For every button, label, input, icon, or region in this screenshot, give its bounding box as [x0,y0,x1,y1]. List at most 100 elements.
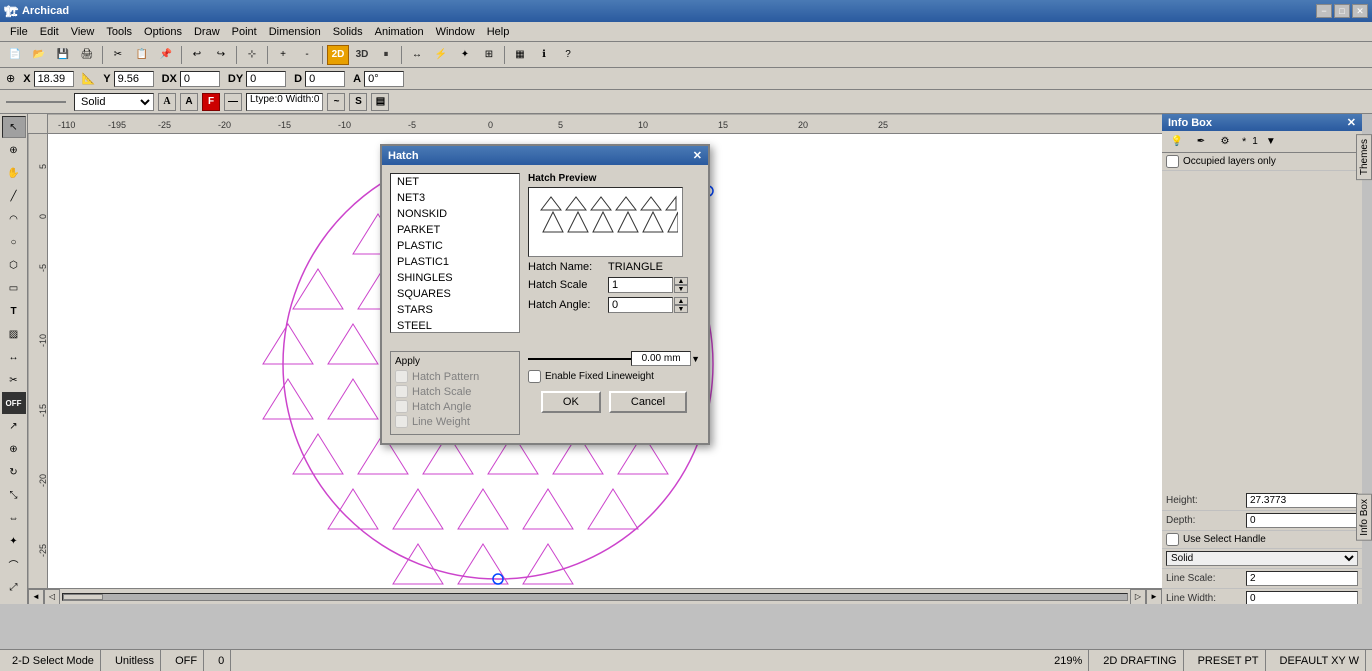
rect-tool[interactable]: ▭ [2,277,26,299]
scroll-track[interactable] [62,593,1128,601]
undo-button[interactable]: ↩ [186,45,208,65]
apply-lineweight-checkbox[interactable] [395,415,408,428]
occupied-layers-checkbox[interactable] [1166,155,1179,168]
horizontal-scrollbar[interactable]: ◄ ◁ ▷ ► [28,588,1162,604]
help-button[interactable]: ? [557,45,579,65]
hatch-angle-up[interactable]: ▲ [674,297,688,305]
tool1-button[interactable]: ↔ [406,45,428,65]
cut-button[interactable]: ✂ [107,45,129,65]
pause-button[interactable]: ⏸ [375,45,397,65]
tool3-button[interactable]: ✦ [454,45,476,65]
ib-bulb-icon[interactable]: 💡 [1166,132,1188,152]
snap-button[interactable]: ⊹ [241,45,263,65]
menu-point[interactable]: Point [226,24,263,40]
rotate-tool[interactable]: ↻ [2,461,26,483]
scroll-left-button[interactable]: ◄ [28,589,44,605]
hatch-item-stars[interactable]: STARS [391,302,519,318]
zoom-out-button[interactable]: - [296,45,318,65]
lineweight-dropdown[interactable]: ▼ [691,354,700,364]
line-tool[interactable]: ╱ [2,185,26,207]
ok-button[interactable]: OK [541,391,601,413]
zoom-in-button[interactable]: + [272,45,294,65]
hatch-scale-up[interactable]: ▲ [674,277,688,285]
ib-pen-icon[interactable]: ✒ [1190,132,1212,152]
maximize-button[interactable]: □ [1334,4,1350,18]
hatch-item-parket[interactable]: PARKET [391,222,519,238]
themes-tab[interactable]: Themes [1356,134,1372,180]
hatch-angle-down[interactable]: ▼ [674,305,688,313]
save-button[interactable]: 💾 [52,45,74,65]
hatch-scale-down[interactable]: ▼ [674,285,688,293]
font-dash-button[interactable]: — [224,93,242,111]
hatch-item-plastic[interactable]: PLASTIC [391,238,519,254]
menu-edit[interactable]: Edit [34,24,65,40]
menu-options[interactable]: Options [138,24,188,40]
font-a2-button[interactable]: A [180,93,198,111]
menu-dimension[interactable]: Dimension [263,24,327,40]
apply-angle-checkbox[interactable] [395,400,408,413]
circle-tool[interactable]: ○ [2,231,26,253]
ib-setting-icon[interactable]: ⚙ [1214,132,1236,152]
menu-solids[interactable]: Solids [327,24,369,40]
trim-tool[interactable]: ✂ [2,369,26,391]
polygon-tool[interactable]: ⬡ [2,254,26,276]
info-box-tab[interactable]: Info Box [1356,494,1372,541]
wave-button[interactable]: ~ [327,93,345,111]
ib-dropdown-btn[interactable]: ▼ [1260,132,1282,152]
menu-animation[interactable]: Animation [369,24,430,40]
select-handle-checkbox[interactable] [1166,533,1179,546]
2d-view-button[interactable]: 2D [327,45,349,65]
open-button[interactable]: 📂 [28,45,50,65]
close-button[interactable]: ✕ [1352,4,1368,18]
stamp-button[interactable]: ▤ [371,93,389,111]
paste-button[interactable]: 📌 [155,45,177,65]
hatch-item-nonskid[interactable]: NONSKID [391,206,519,222]
enable-fixed-checkbox[interactable] [528,370,541,383]
hatch-dialog-close-icon[interactable]: ✕ [693,149,702,162]
linetype-select[interactable]: Solid [74,93,154,111]
info-button[interactable]: ℹ [533,45,555,65]
fillet-tool[interactable]: ⌒ [2,553,26,575]
menu-view[interactable]: View [65,24,101,40]
scale-tool[interactable]: ⤡ [2,484,26,506]
apply-scale-checkbox[interactable] [395,385,408,398]
cancel-button[interactable]: Cancel [609,391,687,413]
hatch-item-net3[interactable]: NET3 [391,190,519,206]
3d-view-button[interactable]: 3D [351,45,373,65]
font-a1-button[interactable]: A [158,93,176,111]
info-box-close-icon[interactable]: ✕ [1347,116,1356,129]
menu-tools[interactable]: Tools [100,24,138,40]
pen-button[interactable]: S [349,93,367,111]
layer-button[interactable]: ▦ [509,45,531,65]
hatch-scale-input[interactable] [608,277,673,293]
move-tool[interactable]: ⊕ [2,438,26,460]
new-button[interactable]: 📄 [4,45,26,65]
menu-file[interactable]: File [4,24,34,40]
hatch-item-squares[interactable]: SQUARES [391,286,519,302]
pan-tool[interactable]: ✋ [2,162,26,184]
mirror-tool[interactable]: ⇔ [2,507,26,529]
scroll-prev-button[interactable]: ◁ [44,589,60,605]
text-tool[interactable]: T [2,300,26,322]
hatch-item-net[interactable]: NET [391,174,519,190]
solid-select[interactable]: Solid [1166,551,1358,566]
minimize-button[interactable]: − [1316,4,1332,18]
apply-pattern-checkbox[interactable] [395,370,408,383]
title-bar-controls[interactable]: − □ ✕ [1316,4,1368,18]
snap-select-tool[interactable]: ↗ [2,415,26,437]
font-f-button[interactable]: F [202,93,220,111]
hatch-item-plastic1[interactable]: PLASTIC1 [391,254,519,270]
arc-tool[interactable]: ◠ [2,208,26,230]
menu-window[interactable]: Window [430,24,481,40]
tool2-button[interactable]: ⚡ [430,45,452,65]
hatch-item-shingles[interactable]: SHINGLES [391,270,519,286]
dimension-tool[interactable]: ↔ [2,346,26,368]
node-tool[interactable]: ✦ [2,530,26,552]
hatch-angle-input[interactable] [608,297,673,313]
menu-draw[interactable]: Draw [188,24,226,40]
hatch-item-steel[interactable]: STEEL [391,318,519,333]
hatch-list[interactable]: NET NET3 NONSKID PARKET PLASTIC PLASTIC1… [390,173,520,333]
scroll-thumb[interactable] [63,594,103,600]
hatch-tool[interactable]: ▨ [2,323,26,345]
select-tool[interactable]: ↖ [2,116,26,138]
